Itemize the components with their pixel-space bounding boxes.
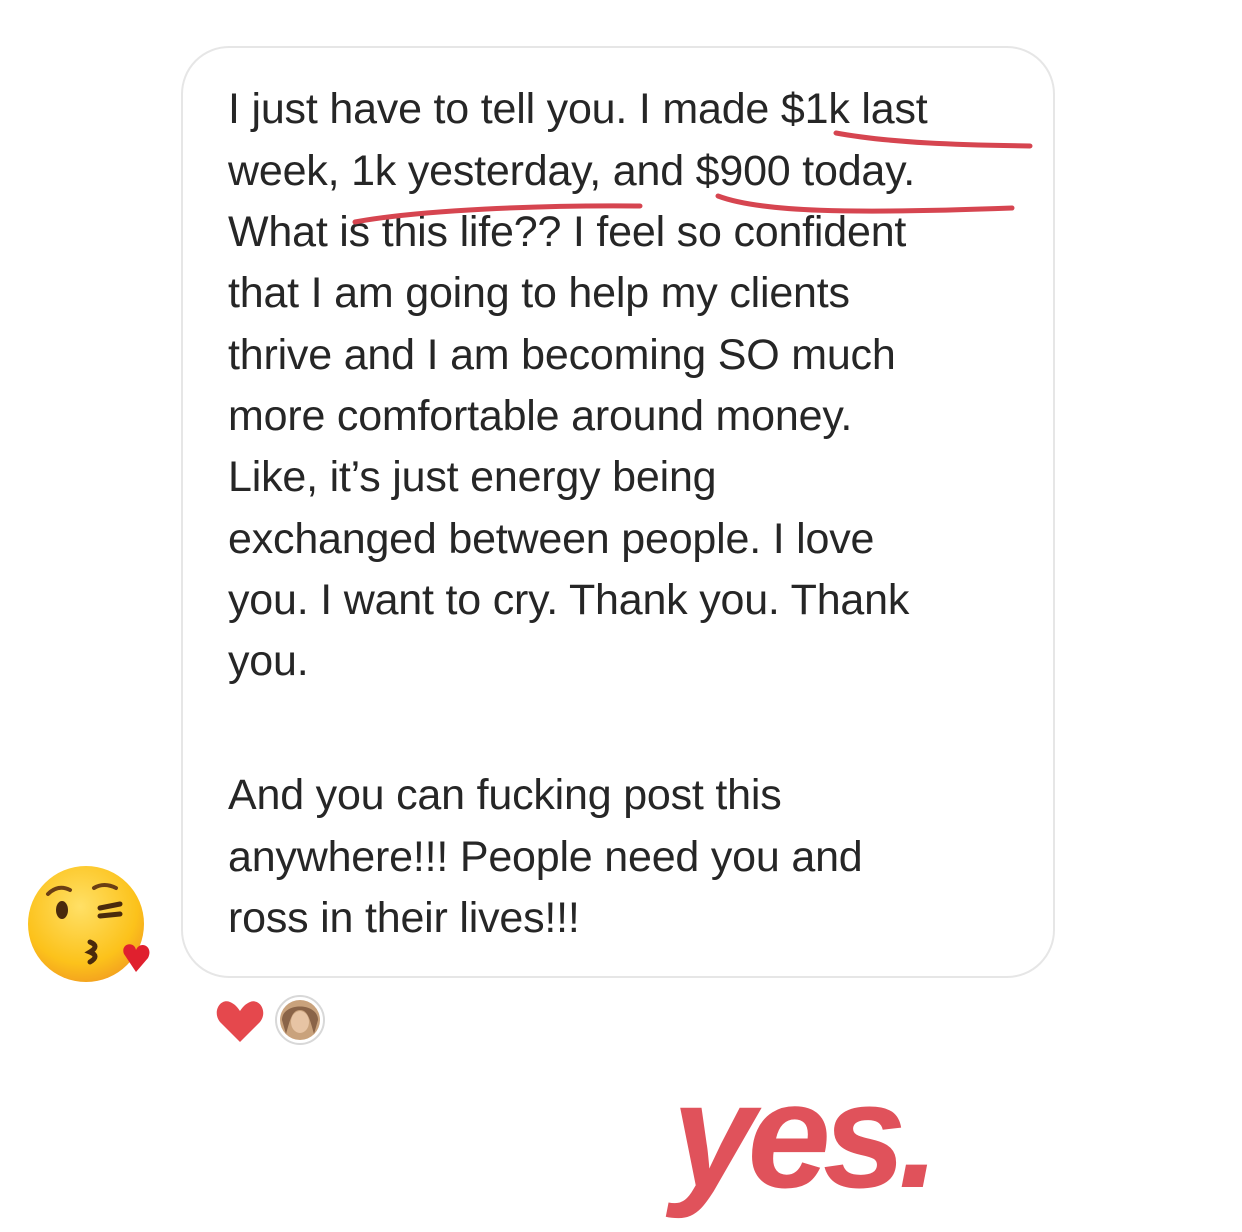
message-line: you. I want to cry. Thank you. Thank xyxy=(228,576,910,624)
overlay-caption: yes. xyxy=(672,1051,940,1219)
message-line: that I am going to help my clients xyxy=(228,269,850,317)
heart-icon xyxy=(216,1001,264,1042)
message-line: more comfortable around money. xyxy=(228,392,853,440)
message-line: you. xyxy=(228,637,309,685)
message-line: I just have to tell you. I made $1k last xyxy=(228,85,928,133)
message-line: Like, it’s just energy being xyxy=(228,453,717,501)
message-line: week, 1k yesterday, and $900 today. xyxy=(228,147,916,195)
message-line: And you can fucking post this xyxy=(228,771,782,819)
face-blowing-kiss-icon xyxy=(28,866,150,982)
reactions-row[interactable] xyxy=(212,990,332,1050)
message-line: anywhere!!! People need you and xyxy=(228,833,863,881)
message-line: ross in their lives!!! xyxy=(228,894,580,942)
avatar xyxy=(275,995,325,1045)
message-line: exchanged between people. I love xyxy=(228,515,875,563)
message-line: What is this life?? I feel so confident xyxy=(228,208,907,256)
message-line: thrive and I am becoming SO much xyxy=(228,331,896,379)
